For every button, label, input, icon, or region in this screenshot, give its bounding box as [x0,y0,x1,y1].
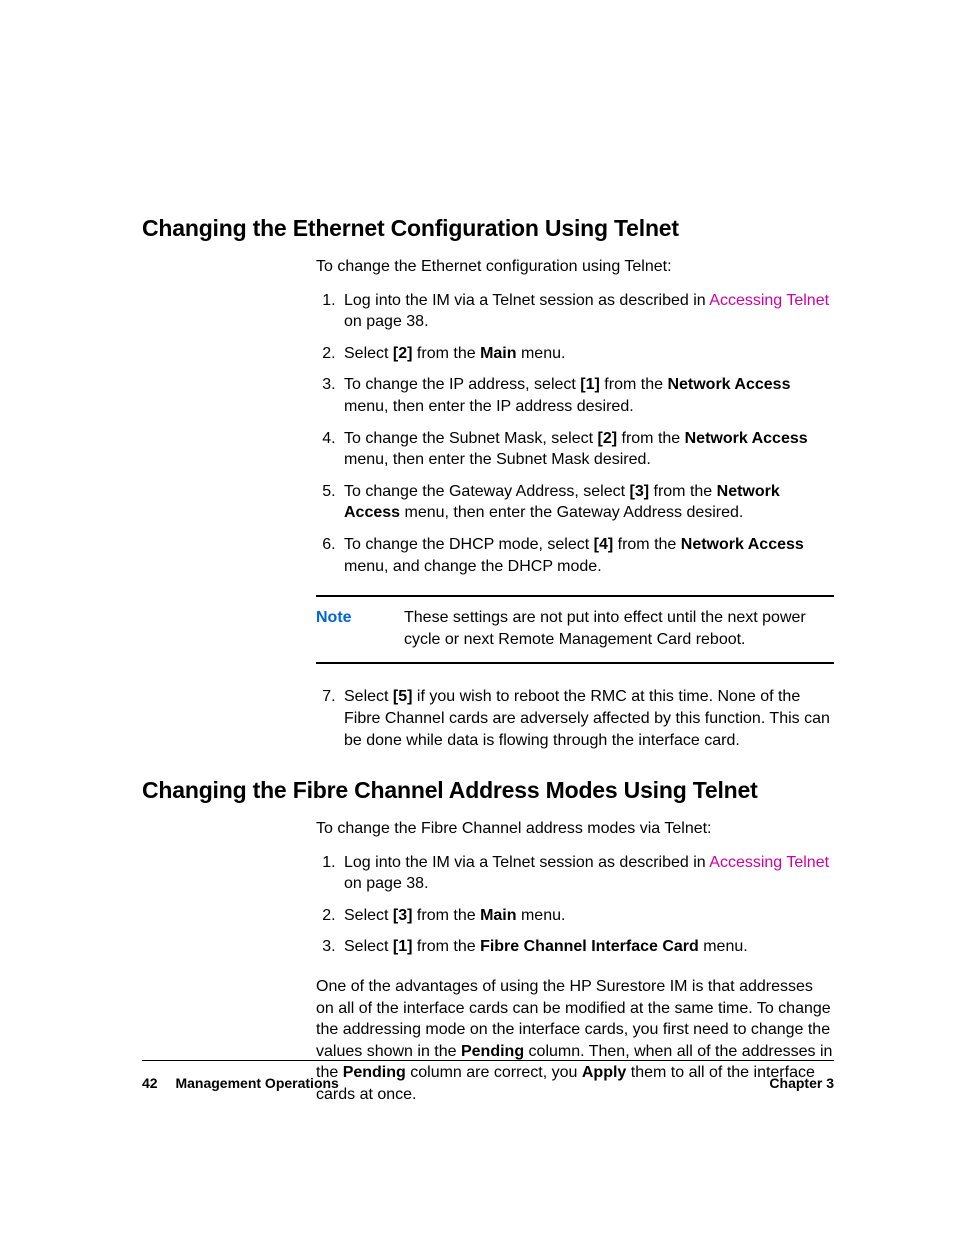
text: To change the IP address, select [344,376,580,393]
text: from the [649,483,717,500]
menu-name: Main [480,345,516,362]
step: To change the Subnet Mask, select [2] fr… [340,428,834,471]
text: To change the DHCP mode, select [344,536,594,553]
key: [5] [393,688,413,705]
text: from the [412,907,480,924]
note-label: Note [316,607,404,650]
text: menu. [517,907,566,924]
heading-ethernet-config: Changing the Ethernet Configuration Usin… [142,215,834,242]
step: To change the DHCP mode, select [4] from… [340,534,834,577]
key: [3] [630,483,650,500]
footer-title: Management Operations [175,1075,338,1091]
text: menu, then enter the Gateway Address des… [400,504,743,521]
step: Select [2] from the Main menu. [340,343,834,365]
link-accessing-telnet[interactable]: Accessing Telnet [709,854,829,871]
section1-body: To change the Ethernet configuration usi… [316,256,834,751]
key: [2] [597,430,617,447]
text: if you wish to reboot the RMC at this ti… [344,688,830,748]
step: Select [3] from the Main menu. [340,905,834,927]
text: from the [412,938,480,955]
menu-name: Network Access [681,536,804,553]
text: from the [600,376,668,393]
step: Select [5] if you wish to reboot the RMC… [340,686,834,751]
text: from the [617,430,685,447]
text: menu, and change the DHCP mode. [344,558,602,575]
key: [1] [393,938,413,955]
column-name: Pending [461,1043,524,1060]
text: To change the Gateway Address, select [344,483,630,500]
note-text: These settings are not put into effect u… [404,607,834,650]
menu-name: Network Access [667,376,790,393]
section2-intro: To change the Fibre Channel address mode… [316,818,834,840]
text: on page 38. [344,313,429,330]
step: Log into the IM via a Telnet session as … [340,290,834,333]
menu-name: Network Access [685,430,808,447]
key: [3] [393,907,413,924]
section1-intro: To change the Ethernet configuration usi… [316,256,834,278]
key: [2] [393,345,413,362]
text: menu. [699,938,748,955]
text: Select [344,688,393,705]
text: from the [412,345,480,362]
page-number: 42 [142,1075,158,1091]
text: Log into the IM via a Telnet session as … [344,854,709,871]
chapter-label: Chapter 3 [769,1075,834,1091]
menu-name: Main [480,907,516,924]
text: menu, then enter the IP address desired. [344,398,634,415]
document-page: Changing the Ethernet Configuration Usin… [0,0,954,1160]
section1-steps: Log into the IM via a Telnet session as … [316,290,834,578]
text: Select [344,938,393,955]
text: menu, then enter the Subnet Mask desired… [344,451,651,468]
text: Select [344,907,393,924]
step: Log into the IM via a Telnet session as … [340,852,834,895]
step: To change the IP address, select [1] fro… [340,374,834,417]
step: To change the Gateway Address, select [3… [340,481,834,524]
key: [4] [594,536,614,553]
link-accessing-telnet[interactable]: Accessing Telnet [709,292,829,309]
key: [1] [580,376,600,393]
text: To change the Subnet Mask, select [344,430,597,447]
step: Select [1] from the Fibre Channel Interf… [340,936,834,958]
text: on page 38. [344,875,429,892]
menu-name: Fibre Channel Interface Card [480,938,699,955]
text: Select [344,345,393,362]
text: Log into the IM via a Telnet session as … [344,292,709,309]
text: from the [613,536,681,553]
note-box: Note These settings are not put into eff… [316,595,834,664]
page-footer: 42 Management Operations Chapter 3 [142,1060,834,1091]
text: menu. [517,345,566,362]
section1-steps-cont: Select [5] if you wish to reboot the RMC… [316,686,834,751]
section2-steps: Log into the IM via a Telnet session as … [316,852,834,958]
heading-fibre-channel: Changing the Fibre Channel Address Modes… [142,777,834,804]
